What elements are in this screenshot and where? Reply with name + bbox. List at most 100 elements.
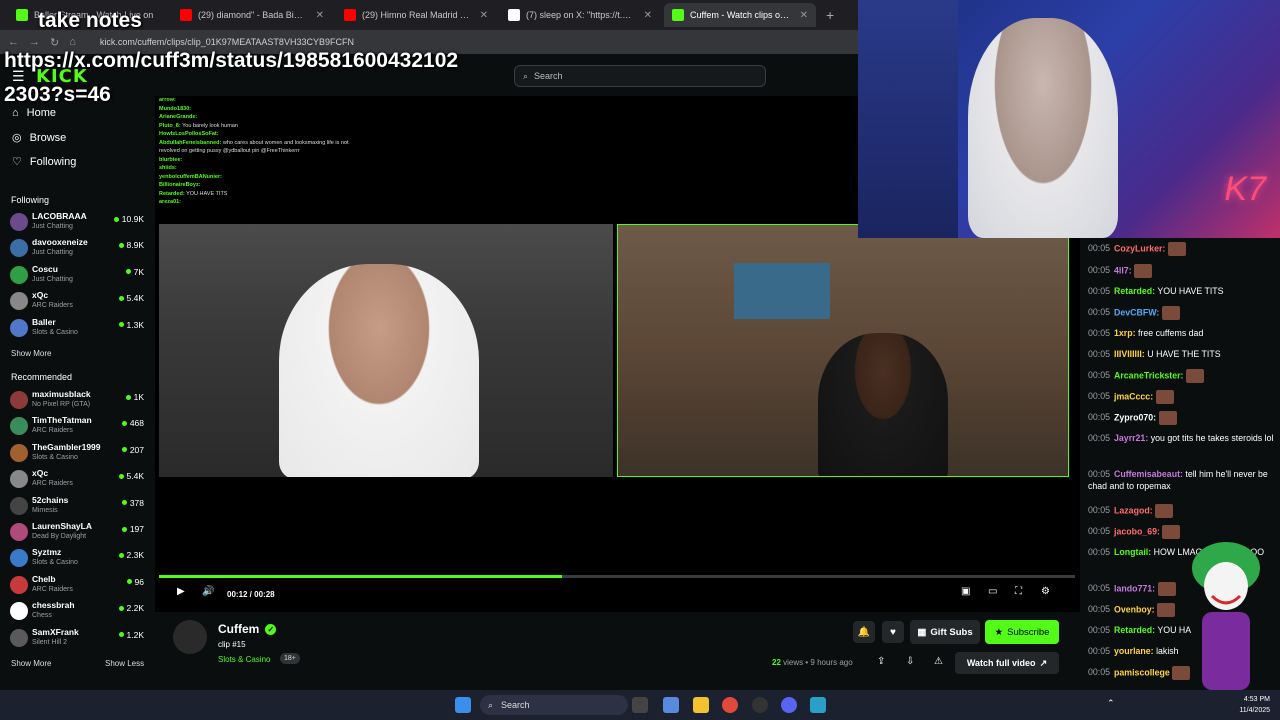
show-less-button[interactable]: Show Less xyxy=(105,659,144,668)
theater-mode-icon[interactable]: ▭ xyxy=(988,586,997,597)
browser-tab[interactable]: (29) Himno Real Madrid C.F. - Ji ✕ xyxy=(336,3,496,27)
volume-icon[interactable]: 🔊 xyxy=(202,586,214,597)
channel-viewers: 5.4K xyxy=(118,471,144,481)
taskbar-clock[interactable]: 4:53 PM 11/4/2025 xyxy=(1239,694,1270,716)
file-explorer-icon[interactable] xyxy=(693,697,709,713)
chat-username[interactable]: ArcaneTrickster: xyxy=(1114,370,1183,380)
chat-username[interactable]: lando771: xyxy=(1114,583,1155,593)
search-input[interactable]: ⌕ Search xyxy=(514,65,766,87)
heart-icon: ♥ xyxy=(890,626,896,638)
nav-label: Following xyxy=(29,155,77,168)
clip-category[interactable]: Slots & Casino xyxy=(218,655,270,664)
chat-username[interactable]: Jayrr21: xyxy=(1114,433,1148,443)
channel-item[interactable]: maximusblack No Pixel RP (GTA) 1K xyxy=(10,389,146,413)
chat-username[interactable]: yourlane: xyxy=(1114,646,1154,656)
channel-viewers: 197 xyxy=(121,524,144,534)
chat-username[interactable]: 1xrp: xyxy=(1114,328,1136,338)
heart-icon: ♡ xyxy=(12,156,22,168)
streamer-avatar[interactable] xyxy=(173,620,207,654)
chat-username[interactable]: Retarded: xyxy=(1114,625,1155,635)
discord-icon[interactable] xyxy=(781,697,797,713)
overlay-link-line: https://x.com/cuff3m/status/198581600432… xyxy=(4,49,459,72)
close-icon[interactable]: ✕ xyxy=(480,10,488,21)
channel-item[interactable]: TimTheTatman ARC Raiders 468 xyxy=(10,415,146,439)
chat-username[interactable]: 4ll7: xyxy=(1114,265,1132,275)
channel-item[interactable]: chessbrah Chess 2.2K xyxy=(10,600,146,624)
chat-username[interactable]: pamiscollege xyxy=(1114,667,1170,677)
channel-item[interactable]: Coscu Just Chatting 7K xyxy=(10,264,146,288)
task-view-icon[interactable] xyxy=(632,697,648,713)
taskbar-search[interactable]: ⌕ Search xyxy=(480,695,628,715)
tray-chevron-icon[interactable]: ⌃ xyxy=(1107,698,1115,709)
sidebar-nav-browse[interactable]: ◎ Browse xyxy=(12,131,66,145)
channel-viewers: 1.2K xyxy=(118,630,144,640)
chat-username[interactable]: Cuffemisabeaut: xyxy=(1114,469,1183,479)
notification-bell-button[interactable]: 🔔 xyxy=(853,621,875,643)
close-icon[interactable]: ✕ xyxy=(644,10,652,21)
app-icon[interactable] xyxy=(810,697,826,713)
verified-icon: ✓ xyxy=(265,623,277,635)
play-icon[interactable]: ▶ xyxy=(177,586,185,597)
sidebar-nav-following[interactable]: ♡ Following xyxy=(12,155,77,169)
chat-username[interactable]: jmaCccc: xyxy=(1114,391,1153,401)
copilot-icon[interactable] xyxy=(663,697,679,713)
channel-item[interactable]: TheGambler1999 Slots & Casino 207 xyxy=(10,442,146,466)
channel-viewers: 96 xyxy=(126,577,144,587)
channel-item[interactable]: xQc ARC Raiders 5.4K xyxy=(10,290,146,314)
browser-tab[interactable]: (7) sleep on X: "https://t.co/K7j ✕ xyxy=(500,3,660,27)
channel-item[interactable]: SamXFrank Silent Hill 2 1.2K xyxy=(10,627,146,651)
streamer-name[interactable]: Cuffem ✓ xyxy=(218,622,277,636)
chat-username[interactable]: DevCBFW: xyxy=(1114,307,1159,317)
chat-username: blurbiee: xyxy=(159,156,183,163)
subscribe-button[interactable]: ★ Subscribe xyxy=(985,620,1059,644)
chat-username[interactable]: Ovenboy: xyxy=(1114,604,1155,614)
live-dot-icon xyxy=(121,500,127,506)
tab-label: (29) diamond" - Bada Bing Bad xyxy=(198,10,306,20)
follow-heart-button[interactable]: ♥ xyxy=(882,621,904,643)
chat-message: 00:05 jacobo_69: xyxy=(1088,525,1278,539)
channel-item[interactable]: LACOBRAAA Just Chatting 10.9K xyxy=(10,211,146,235)
chat-username[interactable]: Zypro070: xyxy=(1114,412,1156,422)
watch-full-video-button[interactable]: Watch full video ↗ xyxy=(955,652,1059,674)
chat-username[interactable]: jacobo_69: xyxy=(1114,526,1160,536)
chat-username[interactable]: IIIVIIIIII: xyxy=(1114,349,1145,359)
share-icon[interactable]: ⇪ xyxy=(877,656,885,667)
chat-username[interactable]: CozyLurker: xyxy=(1114,243,1165,253)
viewer-count: 5.4K xyxy=(126,293,145,304)
chat-message: 00:05 IIIVIIIIII: U HAVE THE TITS xyxy=(1088,348,1278,360)
browser-tab[interactable]: (29) diamond" - Bada Bing Bad ✕ xyxy=(172,3,332,27)
close-icon[interactable]: ✕ xyxy=(316,10,324,21)
channel-item[interactable]: Baller Slots & Casino 1.3K xyxy=(10,317,146,341)
channel-item[interactable]: xQc ARC Raiders 5.4K xyxy=(10,468,146,492)
channel-item[interactable]: davooxeneize Just Chatting 8.9K xyxy=(10,237,146,261)
chat-message: 00:05 Lazagod: xyxy=(1088,504,1278,518)
obs-icon[interactable] xyxy=(752,697,768,713)
windows-start-icon[interactable] xyxy=(455,697,471,713)
overlay-link: https://x.com/cuff3m/status/198581600432… xyxy=(4,44,504,112)
channel-item[interactable]: 52chains Mimesis 378 xyxy=(10,495,146,519)
report-icon[interactable]: ⚠ xyxy=(934,656,943,667)
close-icon[interactable]: ✕ xyxy=(800,10,808,21)
download-icon[interactable]: ⇩ xyxy=(906,656,914,667)
gift-subs-button[interactable]: ▦ Gift Subs xyxy=(910,620,980,644)
new-tab-icon[interactable]: + xyxy=(826,7,834,23)
person-figure xyxy=(279,264,479,477)
live-dot-icon xyxy=(118,242,124,248)
in-video-chat-line: yenbolcuffemBANunier: xyxy=(159,173,399,182)
video-progress-bar[interactable] xyxy=(159,575,1075,578)
settings-icon[interactable]: ⚙ xyxy=(1041,586,1050,597)
show-more-button[interactable]: Show More xyxy=(11,659,51,668)
channel-item[interactable]: Chelb ARC Raiders 96 xyxy=(10,574,146,598)
channel-item[interactable]: Syztmz Slots & Casino 2.3K xyxy=(10,547,146,571)
chrome-icon[interactable] xyxy=(722,697,738,713)
show-more-button[interactable]: Show More xyxy=(11,349,51,358)
chat-username[interactable]: Retarded: xyxy=(1114,286,1155,296)
browser-tab-active[interactable]: Cuffem - Watch clips on Kick ✕ xyxy=(664,3,816,27)
chat-username[interactable]: Longtail: xyxy=(1114,547,1151,557)
channel-item[interactable]: LaurenShayLA Dead By Daylight 197 xyxy=(10,521,146,545)
chat-username[interactable]: Lazagod: xyxy=(1114,505,1153,515)
channel-avatar xyxy=(10,549,28,568)
fullscreen-icon[interactable]: ⛶ xyxy=(1015,586,1022,597)
emote-icon xyxy=(1167,242,1186,256)
miniplayer-icon[interactable]: ▣ xyxy=(961,586,970,597)
